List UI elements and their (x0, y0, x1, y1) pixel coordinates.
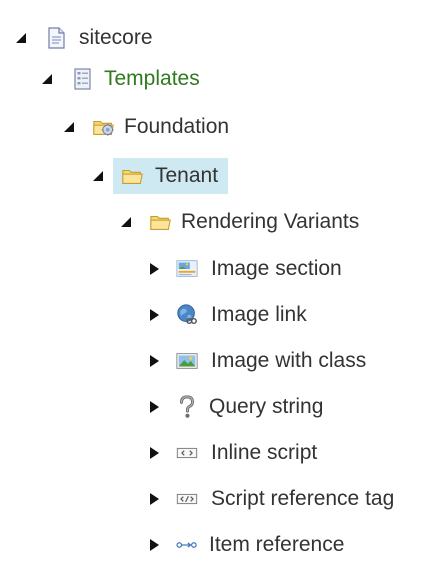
document-icon (44, 26, 68, 50)
globe-link-icon (175, 303, 199, 327)
item-reference-icon (175, 533, 199, 557)
expanded-arrow-icon[interactable] (91, 169, 105, 183)
script-tag-icon (175, 487, 199, 511)
folder-icon (121, 164, 145, 188)
question-mark-icon (175, 395, 199, 419)
tree-node-foundation[interactable]: Foundation (62, 109, 229, 145)
tree-node-label: Rendering Variants (181, 210, 360, 233)
tree-node-label: Item reference (209, 533, 345, 556)
tree-node-label: Image section (211, 257, 342, 280)
image-section-icon (175, 257, 199, 281)
inline-script-icon (175, 441, 199, 465)
tree-node-label: Query string (209, 395, 324, 418)
tree-node-label: Image with class (211, 349, 367, 372)
tree-node-inline-script[interactable]: Inline script (147, 435, 317, 471)
tree-node-item-reference[interactable]: Item reference (147, 527, 344, 563)
expanded-arrow-icon[interactable] (14, 31, 28, 45)
tree-node-image-link[interactable]: Image link (147, 297, 307, 333)
tree-node-label: Image link (211, 303, 307, 326)
selected-node-highlight[interactable]: Tenant (113, 158, 229, 194)
collapsed-arrow-icon[interactable] (147, 538, 161, 552)
tree-node-label: sitecore (79, 26, 153, 49)
tree-node-rendering-variants[interactable]: Rendering Variants (119, 204, 359, 240)
tree-node-label: Inline script (211, 441, 318, 464)
tree-node-templates[interactable]: Templates (40, 61, 200, 97)
template-list-icon (70, 67, 94, 91)
collapsed-arrow-icon[interactable] (147, 354, 161, 368)
folder-gear-icon (92, 115, 116, 139)
expanded-arrow-icon[interactable] (40, 72, 54, 86)
folder-icon (149, 210, 173, 234)
collapsed-arrow-icon[interactable] (147, 446, 161, 460)
expanded-arrow-icon[interactable] (119, 215, 133, 229)
tree-node-image-with-class[interactable]: Image with class (147, 343, 366, 379)
expanded-arrow-icon[interactable] (62, 120, 76, 134)
collapsed-arrow-icon[interactable] (147, 308, 161, 322)
collapsed-arrow-icon[interactable] (147, 400, 161, 414)
tree-node-label: Templates (104, 67, 200, 90)
collapsed-arrow-icon[interactable] (147, 492, 161, 506)
tree-node-label: Script reference tag (211, 487, 395, 510)
picture-icon (175, 349, 199, 373)
tree-node-sitecore[interactable]: sitecore (14, 20, 153, 56)
tree-node-script-reference-tag[interactable]: Script reference tag (147, 481, 394, 517)
tree-node-label: Foundation (124, 115, 230, 138)
collapsed-arrow-icon[interactable] (147, 262, 161, 276)
tree-node-label: Tenant (155, 164, 219, 187)
tree-node-tenant[interactable]: Tenant (91, 158, 229, 194)
tree-node-image-section[interactable]: Image section (147, 251, 342, 287)
tree-node-query-string[interactable]: Query string (147, 389, 323, 425)
